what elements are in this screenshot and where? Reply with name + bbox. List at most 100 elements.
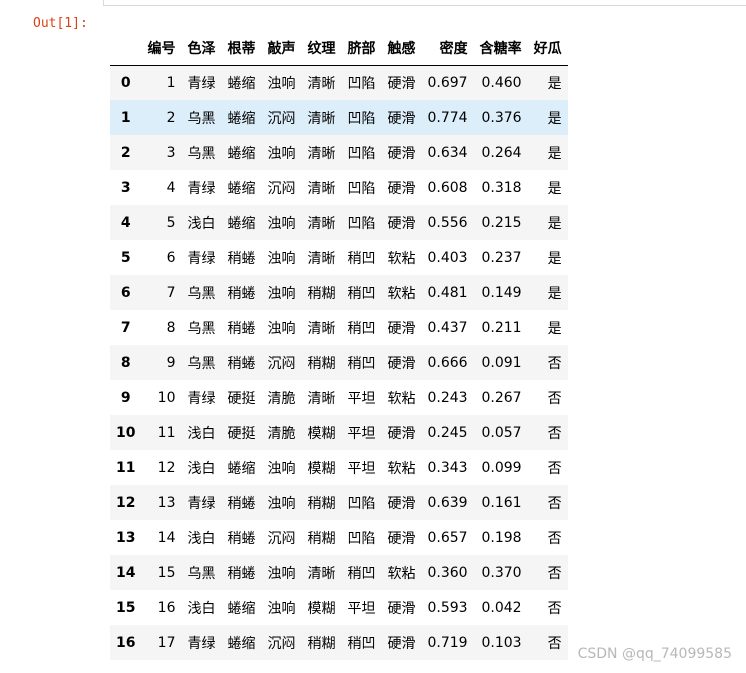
table-cell: 硬滑 bbox=[387, 355, 416, 372]
table-cell: 稍凹 bbox=[347, 565, 376, 582]
table-cell: 10 bbox=[157, 389, 176, 406]
table-cell: 稍糊 bbox=[307, 495, 336, 512]
table-cell: 稍蜷 bbox=[227, 565, 256, 582]
table-row[interactable]: 12 13 青绿 稍蜷 浊响 稍糊 凹陷 硬滑 0.639 0.161 否 bbox=[110, 485, 568, 520]
table-row[interactable]: 13 14 浅白 稍蜷 沉闷 稍糊 凹陷 硬滑 0.657 0.198 否 bbox=[110, 520, 568, 555]
table-cell: 是 bbox=[547, 110, 562, 127]
table-row[interactable]: 7 8 乌黑 稍蜷 浊响 清晰 稍凹 硬滑 0.437 0.211 是 bbox=[110, 310, 568, 345]
table-cell: 0.267 bbox=[481, 389, 522, 406]
table-cell: 0.403 bbox=[427, 249, 468, 266]
table-cell: 清晰 bbox=[307, 320, 336, 337]
header-row: 编号 色泽 根蒂 敲声 纹理 脐部 触感 密度 含糖率 好瓜 bbox=[110, 31, 568, 66]
table-cell: 硬滑 bbox=[387, 320, 416, 337]
table-cell: 否 bbox=[547, 495, 562, 512]
table-cell: 0.774 bbox=[427, 109, 468, 126]
table-cell: 0.370 bbox=[481, 564, 522, 581]
table-cell: 0.376 bbox=[481, 109, 522, 126]
table-cell: 浊响 bbox=[267, 145, 296, 162]
table-cell: 稍蜷 bbox=[227, 495, 256, 512]
table-cell: 清晰 bbox=[307, 215, 336, 232]
table-cell: 0.360 bbox=[427, 564, 468, 581]
table-cell: 清晰 bbox=[307, 110, 336, 127]
column-header: 敲声 bbox=[261, 31, 302, 66]
table-row[interactable]: 9 10 青绿 硬挺 清脆 清晰 平坦 软粘 0.243 0.267 否 bbox=[110, 380, 568, 415]
table-cell: 否 bbox=[547, 565, 562, 582]
table-cell: 硬挺 bbox=[227, 390, 256, 407]
row-index: 9 bbox=[120, 389, 131, 406]
table-cell: 硬滑 bbox=[387, 215, 416, 232]
column-header: 密度 bbox=[421, 31, 474, 66]
table-row[interactable]: 11 12 浅白 蜷缩 浊响 模糊 平坦 软粘 0.343 0.099 否 bbox=[110, 450, 568, 485]
table-cell: 软粘 bbox=[387, 565, 416, 582]
table-cell: 凹陷 bbox=[347, 180, 376, 197]
table-row[interactable]: 6 7 乌黑 稍蜷 浊响 稍糊 稍凹 软粘 0.481 0.149 是 bbox=[110, 275, 568, 310]
row-index: 15 bbox=[116, 599, 136, 616]
table-cell: 17 bbox=[157, 634, 176, 651]
column-header: 纹理 bbox=[301, 31, 342, 66]
table-cell: 青绿 bbox=[187, 180, 216, 197]
table-row[interactable]: 15 16 浅白 蜷缩 浊响 模糊 平坦 硬滑 0.593 0.042 否 bbox=[110, 590, 568, 625]
table-cell: 蜷缩 bbox=[227, 635, 256, 652]
table-cell: 0.237 bbox=[481, 249, 522, 266]
table-row[interactable]: 10 11 浅白 硬挺 清脆 模糊 平坦 硬滑 0.245 0.057 否 bbox=[110, 415, 568, 450]
table-cell: 0.639 bbox=[427, 494, 468, 511]
table-cell: 凹陷 bbox=[347, 530, 376, 547]
table-cell: 0.042 bbox=[481, 599, 522, 616]
table-cell: 硬挺 bbox=[227, 425, 256, 442]
table-cell: 清晰 bbox=[307, 145, 336, 162]
table-cell: 乌黑 bbox=[187, 565, 216, 582]
table-cell: 清晰 bbox=[307, 250, 336, 267]
row-index: 10 bbox=[116, 424, 136, 441]
table-row[interactable]: 8 9 乌黑 稍蜷 沉闷 稍糊 稍凹 硬滑 0.666 0.091 否 bbox=[110, 345, 568, 380]
table-cell: 硬滑 bbox=[387, 110, 416, 127]
table-cell: 0.099 bbox=[481, 459, 522, 476]
table-row[interactable]: 2 3 乌黑 蜷缩 浊响 清晰 凹陷 硬滑 0.634 0.264 是 bbox=[110, 135, 568, 170]
table-cell: 4 bbox=[166, 179, 176, 196]
table-row[interactable]: 0 1 青绿 蜷缩 浊响 清晰 凹陷 硬滑 0.697 0.460 是 bbox=[110, 65, 568, 100]
row-index: 16 bbox=[116, 634, 136, 651]
table-cell: 0.161 bbox=[481, 494, 522, 511]
column-header: 脐部 bbox=[341, 31, 382, 66]
table-row[interactable]: 16 17 青绿 蜷缩 沉闷 稍糊 稍凹 硬滑 0.719 0.103 否 bbox=[110, 625, 568, 660]
table-cell: 浊响 bbox=[267, 600, 296, 617]
table-cell: 模糊 bbox=[307, 425, 336, 442]
table-cell: 乌黑 bbox=[187, 110, 216, 127]
table-cell: 是 bbox=[547, 145, 562, 162]
table-row[interactable]: 14 15 乌黑 稍蜷 浊响 清晰 稍凹 软粘 0.360 0.370 否 bbox=[110, 555, 568, 590]
table-cell: 沉闷 bbox=[267, 635, 296, 652]
table-cell: 模糊 bbox=[307, 460, 336, 477]
table-cell: 0.634 bbox=[427, 144, 468, 161]
table-cell: 稍凹 bbox=[347, 285, 376, 302]
table-cell: 6 bbox=[166, 249, 176, 266]
table-cell: 青绿 bbox=[187, 75, 216, 92]
table-cell: 0.657 bbox=[427, 529, 468, 546]
row-index: 12 bbox=[116, 494, 136, 511]
table-cell: 否 bbox=[547, 530, 562, 547]
table-cell: 清晰 bbox=[307, 565, 336, 582]
row-index: 14 bbox=[116, 564, 136, 581]
table-row[interactable]: 5 6 青绿 稍蜷 浊响 清晰 稍凹 软粘 0.403 0.237 是 bbox=[110, 240, 568, 275]
table-cell: 清晰 bbox=[307, 180, 336, 197]
row-index: 4 bbox=[120, 214, 131, 231]
table-cell: 平坦 bbox=[347, 425, 376, 442]
table-cell: 蜷缩 bbox=[227, 215, 256, 232]
table-cell: 稍凹 bbox=[347, 320, 376, 337]
table-cell: 稍蜷 bbox=[227, 250, 256, 267]
table-cell: 0.460 bbox=[481, 74, 522, 91]
table-cell: 青绿 bbox=[187, 495, 216, 512]
table-cell: 0.666 bbox=[427, 354, 468, 371]
table-row[interactable]: 4 5 浅白 蜷缩 浊响 清晰 凹陷 硬滑 0.556 0.215 是 bbox=[110, 205, 568, 240]
table-cell: 硬滑 bbox=[387, 635, 416, 652]
table-header: 编号 色泽 根蒂 敲声 纹理 脐部 触感 密度 含糖率 好瓜 bbox=[110, 31, 568, 66]
table-cell: 浊响 bbox=[267, 215, 296, 232]
table-cell: 清晰 bbox=[307, 75, 336, 92]
table-cell: 青绿 bbox=[187, 390, 216, 407]
table-cell: 0.264 bbox=[481, 144, 522, 161]
table-row[interactable]: 1 2 乌黑 蜷缩 沉闷 清晰 凹陷 硬滑 0.774 0.376 是 bbox=[110, 100, 568, 135]
table-cell: 0.593 bbox=[427, 599, 468, 616]
table-cell: 稍凹 bbox=[347, 635, 376, 652]
table-cell: 否 bbox=[547, 635, 562, 652]
table-cell: 硬滑 bbox=[387, 495, 416, 512]
previous-cell-border bbox=[103, 0, 746, 6]
table-row[interactable]: 3 4 青绿 蜷缩 沉闷 清晰 凹陷 硬滑 0.608 0.318 是 bbox=[110, 170, 568, 205]
